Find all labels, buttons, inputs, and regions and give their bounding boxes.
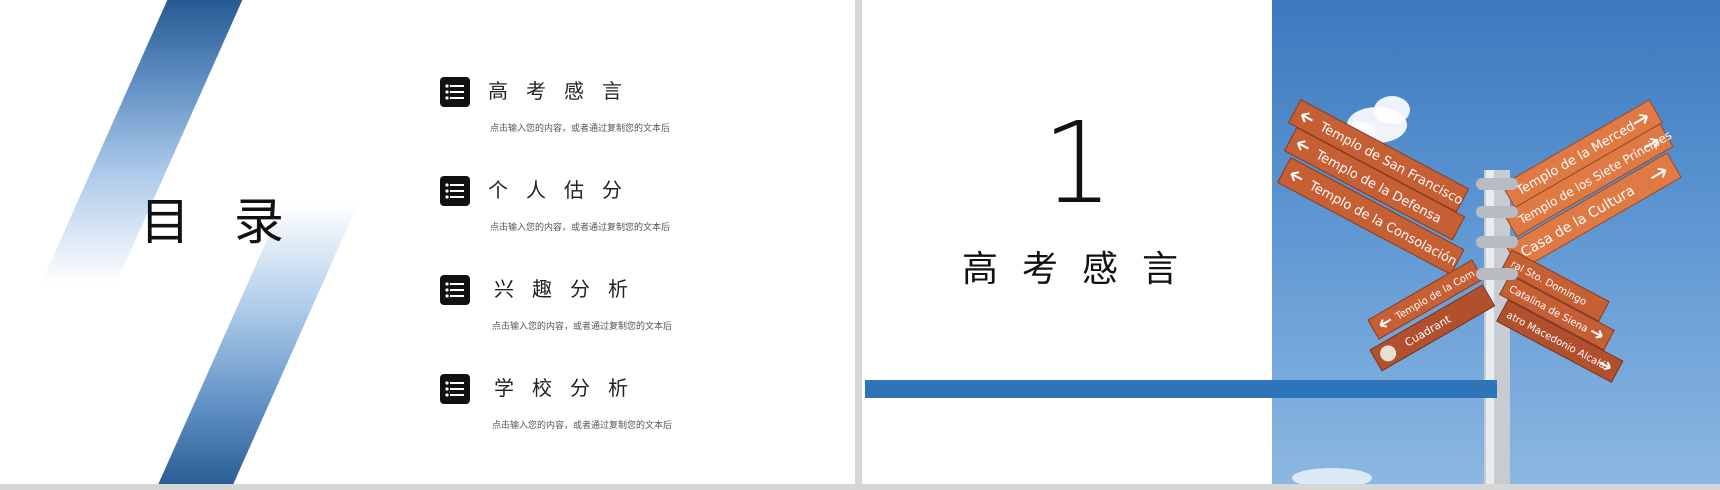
section-title: 高考感言 [962,249,1203,290]
toc-slide: 目 录 高考感言 点击输入您的内容，或者通过复制您的文本后 个人估分 点击输入您… [0,0,855,484]
list-icon [440,176,470,206]
toc-item-desc: 点击输入您的内容，或者通过复制您的文本后 [490,124,671,134]
list-icon [440,77,470,107]
toc-item-desc: 点击输入您的内容，或者通过复制您的文本后 [490,223,671,233]
toc-item-label: 兴趣分析 [494,277,646,301]
list-icon [440,275,470,305]
toc-item-label: 学校分析 [494,376,646,400]
toc-item-desc: 点击输入您的内容，或者通过复制您的文本后 [492,322,673,332]
toc-item-desc: 点击输入您的内容，或者通过复制您的文本后 [492,421,673,431]
signpost-photo: Templo de San Francisco Templo de la Def… [1272,0,1720,484]
toc-item-label: 个人估分 [488,178,640,202]
toc-item-label: 高考感言 [488,79,640,103]
section-number: 1 [1042,99,1114,229]
toc-title: 目 录 [140,193,298,251]
section-slide: 1 高考感言 Templo de San Francisco Templo de… [862,0,1720,484]
list-icon [440,374,470,404]
accent-bar [865,380,1497,398]
